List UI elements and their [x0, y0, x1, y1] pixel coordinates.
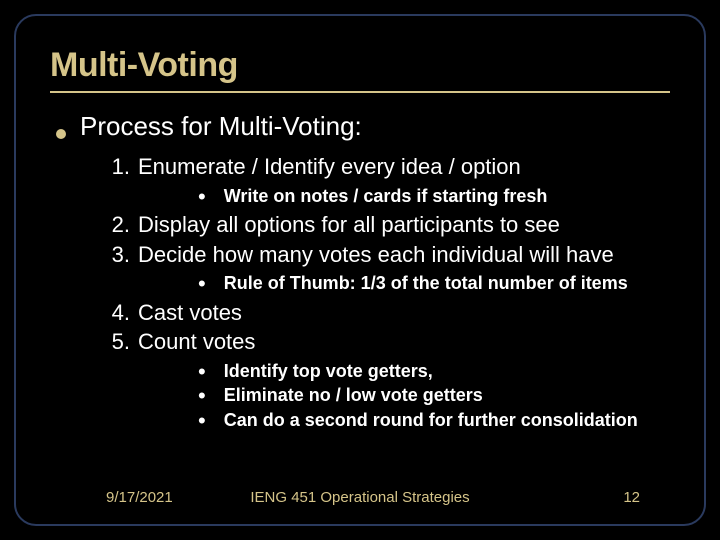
numbered-list: 1. Enumerate / Identify every idea / opt… — [108, 152, 670, 432]
footer-page-number: 12 — [623, 489, 640, 506]
heading-row: Process for Multi-Voting: — [56, 111, 670, 142]
list-item: 1. Enumerate / Identify every idea / opt… — [108, 152, 670, 182]
sub-item-text: Identify top vote getters, — [224, 359, 433, 383]
slide-title: Multi-Voting — [50, 46, 670, 93]
list-item: 5. Count votes — [108, 327, 670, 357]
slide-footer: 9/17/2021 IENG 451 Operational Strategie… — [16, 489, 704, 506]
list-item: 2. Display all options for all participa… — [108, 210, 670, 240]
item-text: Decide how many votes each individual wi… — [138, 240, 614, 270]
sub-list-item: • Identify top vote getters, — [198, 359, 670, 383]
bullet-icon: • — [198, 273, 206, 295]
sub-list-item: • Rule of Thumb: 1/3 of the total number… — [198, 271, 670, 295]
heading-text: Process for Multi-Voting: — [80, 111, 362, 142]
sub-list-item: • Can do a second round for further cons… — [198, 408, 670, 432]
list-item: 4. Cast votes — [108, 298, 670, 328]
sub-list-item: • Eliminate no / low vote getters — [198, 383, 670, 407]
bullet-icon: • — [198, 385, 206, 407]
item-text: Enumerate / Identify every idea / option — [138, 152, 521, 182]
sub-item-text: Can do a second round for further consol… — [224, 408, 638, 432]
item-number: 1. — [108, 152, 130, 182]
footer-course: IENG 451 Operational Strategies — [250, 489, 469, 506]
bullet-icon — [56, 129, 66, 139]
sub-list: • Rule of Thumb: 1/3 of the total number… — [198, 271, 670, 295]
bullet-icon: • — [198, 186, 206, 208]
sub-item-text: Eliminate no / low vote getters — [224, 383, 483, 407]
bullet-icon: • — [198, 361, 206, 383]
slide: Multi-Voting Process for Multi-Voting: 1… — [0, 0, 720, 540]
list-item: 3. Decide how many votes each individual… — [108, 240, 670, 270]
item-number: 5. — [108, 327, 130, 357]
item-text: Display all options for all participants… — [138, 210, 560, 240]
sub-item-text: Rule of Thumb: 1/3 of the total number o… — [224, 271, 628, 295]
footer-date: 9/17/2021 — [106, 489, 173, 506]
item-number: 4. — [108, 298, 130, 328]
item-number: 2. — [108, 210, 130, 240]
sub-list: • Identify top vote getters, • Eliminate… — [198, 359, 670, 432]
sub-list-item: • Write on notes / cards if starting fre… — [198, 184, 670, 208]
item-text: Cast votes — [138, 298, 242, 328]
sub-list: • Write on notes / cards if starting fre… — [198, 184, 670, 208]
bullet-icon: • — [198, 410, 206, 432]
sub-item-text: Write on notes / cards if starting fresh — [224, 184, 548, 208]
item-text: Count votes — [138, 327, 255, 357]
slide-frame: Multi-Voting Process for Multi-Voting: 1… — [14, 14, 706, 526]
slide-content: Process for Multi-Voting: 1. Enumerate /… — [50, 111, 670, 432]
item-number: 3. — [108, 240, 130, 270]
